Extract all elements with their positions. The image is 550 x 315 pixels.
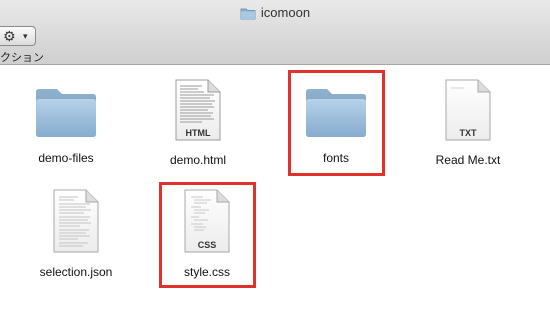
file-name: Read Me.txt xyxy=(435,153,501,167)
file-name: demo.html xyxy=(169,153,227,167)
chevron-down-icon: ▾ xyxy=(23,31,28,41)
action-label: クション xyxy=(0,52,44,64)
txt-file-icon: TXT xyxy=(413,78,523,147)
gear-icon: ⚙ xyxy=(3,28,16,44)
file-item-demo-html[interactable]: HTML demo.html xyxy=(143,78,253,167)
window-title-area: icomoon xyxy=(0,5,550,23)
file-item-style-css[interactable]: CSS style.css xyxy=(152,188,262,279)
file-item-read-me-txt[interactable]: TXT Read Me.txt xyxy=(413,78,523,167)
svg-text:HTML: HTML xyxy=(186,128,211,138)
svg-text:TXT: TXT xyxy=(460,128,478,138)
html-file-icon: HTML xyxy=(143,78,253,147)
file-name: style.css xyxy=(183,265,230,279)
window-title: icomoon xyxy=(260,5,311,20)
file-name: selection.json xyxy=(39,265,113,279)
file-item-selection-json[interactable]: selection.json xyxy=(21,188,131,279)
folder-icon xyxy=(281,80,391,145)
file-name: fonts xyxy=(322,151,349,165)
json-file-icon xyxy=(21,188,131,259)
file-item-fonts[interactable]: fonts xyxy=(281,80,391,165)
action-menu-button[interactable]: ⚙ ▾ xyxy=(0,26,36,46)
folder-icon xyxy=(11,80,121,145)
css-file-icon: CSS xyxy=(152,188,262,259)
folder-icon xyxy=(240,7,256,23)
file-name: demo-files xyxy=(38,151,94,165)
window-titlebar: icomoon ⚙ ▾ クション xyxy=(0,0,550,65)
file-item-demo-files[interactable]: demo-files xyxy=(11,80,121,165)
svg-text:CSS: CSS xyxy=(198,240,217,250)
